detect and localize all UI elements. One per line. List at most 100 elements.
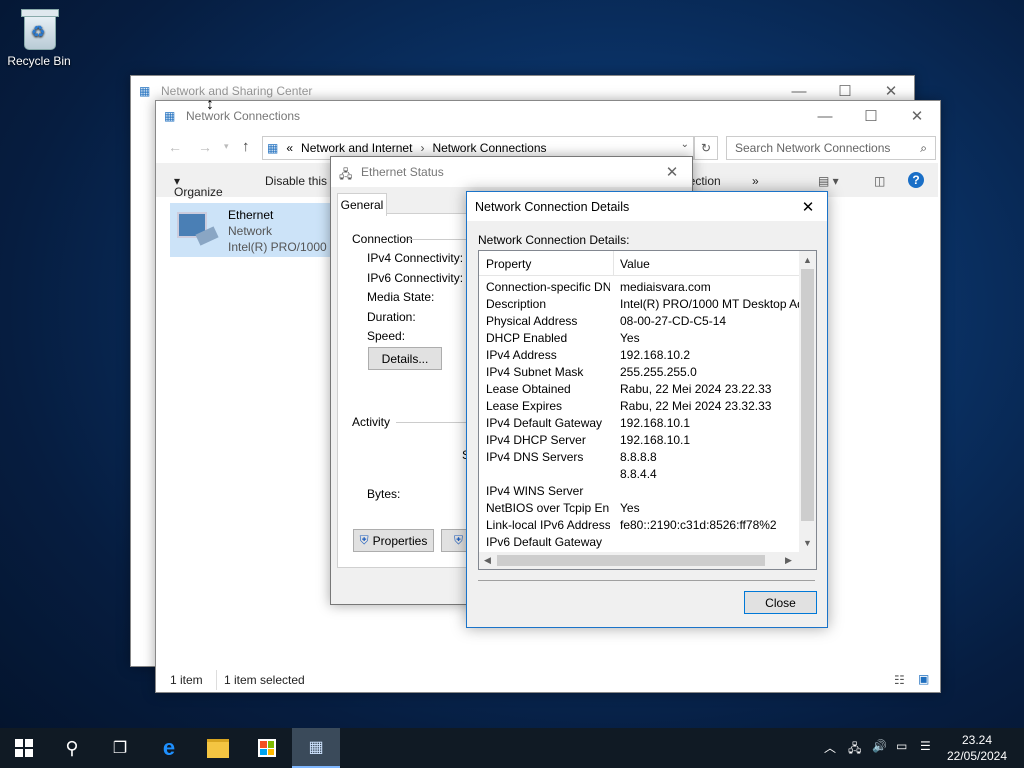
close-dialog-button[interactable]: Close: [744, 591, 817, 614]
status-bar: 1 item 1 item selected ☷ ▣: [156, 670, 938, 692]
preview-pane-icon[interactable]: ◫: [874, 174, 885, 188]
search-input[interactable]: Search Network Connections ⌕: [726, 136, 936, 160]
network-icon: ▦: [139, 84, 151, 98]
value-cell: Intel(R) PRO/1000 MT Desktop Adap: [620, 297, 800, 311]
column-value[interactable]: Value: [620, 257, 650, 271]
network-connections-taskbar-button[interactable]: ▦: [292, 728, 340, 768]
ethernet-icon: 🖧: [339, 167, 353, 181]
details-button[interactable]: Details...: [368, 347, 442, 370]
action-center-icon[interactable]: ☰: [920, 739, 931, 753]
close-button[interactable]: ✕: [894, 101, 940, 131]
value-cell: Rabu, 22 Mei 2024 23.32.33: [620, 399, 772, 413]
forward-icon[interactable]: →: [198, 139, 212, 155]
breadcrumb-network-connections[interactable]: Network Connections: [432, 141, 546, 155]
scroll-down-icon[interactable]: ▼: [803, 538, 812, 548]
table-row[interactable]: IPv4 Address 192.168.10.2: [479, 348, 799, 365]
scroll-thumb[interactable]: [801, 269, 814, 521]
tab-general[interactable]: General: [337, 193, 387, 216]
nsc-title: Network and Sharing Center: [161, 84, 313, 98]
value-cell: 192.168.10.1: [620, 433, 691, 447]
details-label: Network Connection Details:: [478, 233, 630, 247]
property-cell: IPv4 DHCP Server: [486, 433, 586, 447]
horizontal-scrollbar[interactable]: ◀ ▶: [479, 552, 799, 569]
show-hidden-icons-icon[interactable]: ︿: [824, 739, 836, 756]
speed-label: Speed:: [367, 329, 406, 343]
recent-chevron-icon[interactable]: ▾: [224, 141, 229, 152]
properties-button[interactable]: ⛨ Properties: [353, 529, 434, 552]
table-row[interactable]: Connection-specific DN... mediaisvara.com: [479, 280, 799, 297]
large-icons-view-icon[interactable]: ▣: [918, 672, 929, 686]
activity-label: Activity: [352, 415, 391, 429]
details-titlebar: Network Connection Details: [467, 192, 827, 221]
table-row[interactable]: IPv4 DHCP Server 192.168.10.1: [479, 433, 799, 450]
table-row[interactable]: IPv4 Default Gateway 192.168.10.1: [479, 416, 799, 433]
disable-device-button[interactable]: Disable this n: [265, 174, 337, 188]
ipv6-connectivity-label: IPv6 Connectivity:: [367, 271, 464, 285]
help-icon[interactable]: ?: [908, 172, 924, 188]
maximize-button[interactable]: ☐: [848, 101, 894, 131]
up-icon[interactable]: ↑: [242, 138, 250, 155]
details-view-icon[interactable]: ☷: [894, 673, 905, 687]
back-icon[interactable]: ←: [168, 139, 182, 155]
bytes-label: Bytes:: [367, 487, 401, 501]
property-cell: IPv4 WINS Server: [486, 484, 584, 498]
value-cell: 192.168.10.1: [620, 416, 691, 430]
network-connection-details-dialog[interactable]: Network Connection Details ✕ Network Con…: [466, 191, 828, 628]
battery-icon[interactable]: ▭: [896, 739, 907, 753]
resize-cursor-icon: ↕: [206, 96, 214, 113]
table-row[interactable]: 8.8.4.4: [479, 467, 799, 484]
breadcrumb-network-internet[interactable]: Network and Internet: [301, 141, 412, 155]
selected-count: 1 item selected: [224, 673, 305, 687]
connection-label: Connection: [352, 232, 413, 246]
clock-time: 23.24: [961, 733, 993, 747]
table-row[interactable]: DHCP Enabled Yes: [479, 331, 799, 348]
table-row[interactable]: IPv4 Subnet Mask 255.255.255.0: [479, 365, 799, 382]
task-view-icon[interactable]: ❐: [96, 728, 144, 768]
volume-icon[interactable]: 🔊: [872, 739, 887, 753]
minimize-button[interactable]: —: [802, 101, 848, 131]
recycle-bin-icon: ♻: [19, 6, 59, 50]
store-icon[interactable]: [243, 728, 291, 768]
close-button[interactable]: ✕: [653, 157, 691, 187]
edge-icon[interactable]: e: [145, 728, 193, 768]
scroll-thumb-horizontal[interactable]: [497, 555, 765, 566]
change-view-icon[interactable]: ▤ ▾: [818, 174, 839, 188]
column-property[interactable]: Property: [486, 257, 531, 271]
table-row[interactable]: Link-local IPv6 Address fe80::2190:c31d:8…: [479, 518, 799, 535]
recycle-bin[interactable]: ♻ Recycle Bin: [4, 6, 74, 68]
table-row[interactable]: Description Intel(R) PRO/1000 MT Desktop …: [479, 297, 800, 314]
file-explorer-icon[interactable]: [194, 728, 242, 768]
value-cell: fe80::2190:c31d:8526:ff78%2: [620, 518, 777, 532]
table-row[interactable]: NetBIOS over Tcpip En... Yes: [479, 501, 799, 518]
scroll-right-icon[interactable]: ▶: [785, 555, 792, 566]
vertical-scrollbar[interactable]: ▲ ▼: [799, 251, 816, 552]
property-cell: Physical Address: [486, 314, 578, 328]
scroll-up-icon[interactable]: ▲: [803, 255, 812, 265]
network-tray-icon[interactable]: 🖧: [848, 739, 861, 760]
address-dropdown-icon[interactable]: ⌄: [681, 139, 689, 150]
windows-logo-icon: [15, 739, 33, 757]
details-list[interactable]: Property Value Connection-specific DN...…: [478, 250, 817, 570]
ethernet-connection-item[interactable]: Ethernet Network Intel(R) PRO/1000 M: [170, 203, 340, 257]
property-cell: Lease Expires: [486, 399, 563, 413]
property-cell: NetBIOS over Tcpip En...: [486, 501, 610, 515]
network-icon: ▦: [308, 739, 324, 756]
table-row[interactable]: IPv6 Default Gateway: [479, 535, 799, 552]
table-row[interactable]: Lease Expires Rabu, 22 Mei 2024 23.32.33: [479, 399, 799, 416]
start-button[interactable]: [0, 728, 48, 768]
refresh-icon[interactable]: ↻: [694, 136, 718, 160]
organize-button[interactable]: Organize ▾: [174, 174, 223, 199]
network-icon: ▦: [164, 109, 176, 123]
table-row[interactable]: IPv4 DNS Servers 8.8.8.8: [479, 450, 799, 467]
property-cell: IPv6 Default Gateway: [486, 535, 603, 549]
value-cell: mediaisvara.com: [620, 280, 711, 294]
clock[interactable]: 23.24 22/05/2024: [946, 732, 1008, 764]
table-row[interactable]: IPv4 WINS Server: [479, 484, 799, 501]
search-icon[interactable]: ⚲: [48, 728, 96, 768]
close-button[interactable]: ✕: [789, 192, 827, 222]
scroll-left-icon[interactable]: ◀: [484, 555, 491, 566]
property-cell: Lease Obtained: [486, 382, 571, 396]
more-commands-button[interactable]: »: [752, 174, 759, 188]
table-row[interactable]: Physical Address 08-00-27-CD-C5-14: [479, 314, 799, 331]
table-row[interactable]: Lease Obtained Rabu, 22 Mei 2024 23.22.33: [479, 382, 799, 399]
